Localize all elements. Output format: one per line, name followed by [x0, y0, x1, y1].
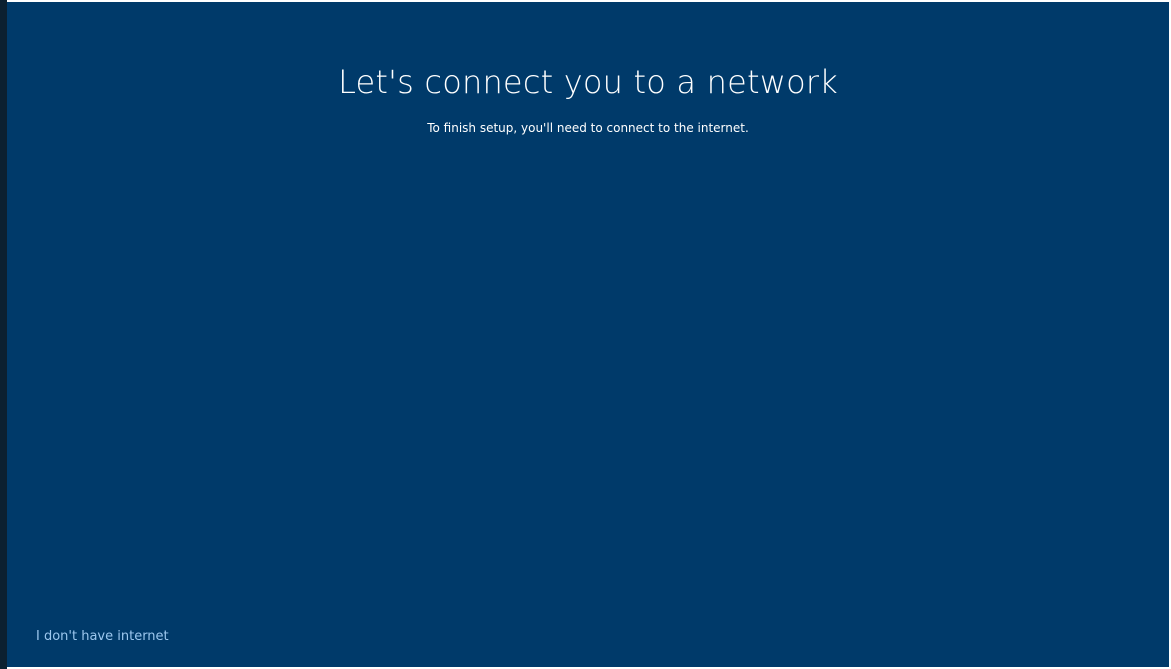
page-title: Let's connect you to a network	[338, 63, 838, 101]
no-internet-link[interactable]: I don't have internet	[36, 627, 169, 647]
setup-screen: Let's connect you to a network To finish…	[0, 0, 1171, 669]
network-setup-page: Let's connect you to a network To finish…	[7, 2, 1169, 667]
window-left-edge	[0, 0, 7, 669]
page-subtitle: To finish setup, you'll need to connect …	[427, 121, 749, 135]
